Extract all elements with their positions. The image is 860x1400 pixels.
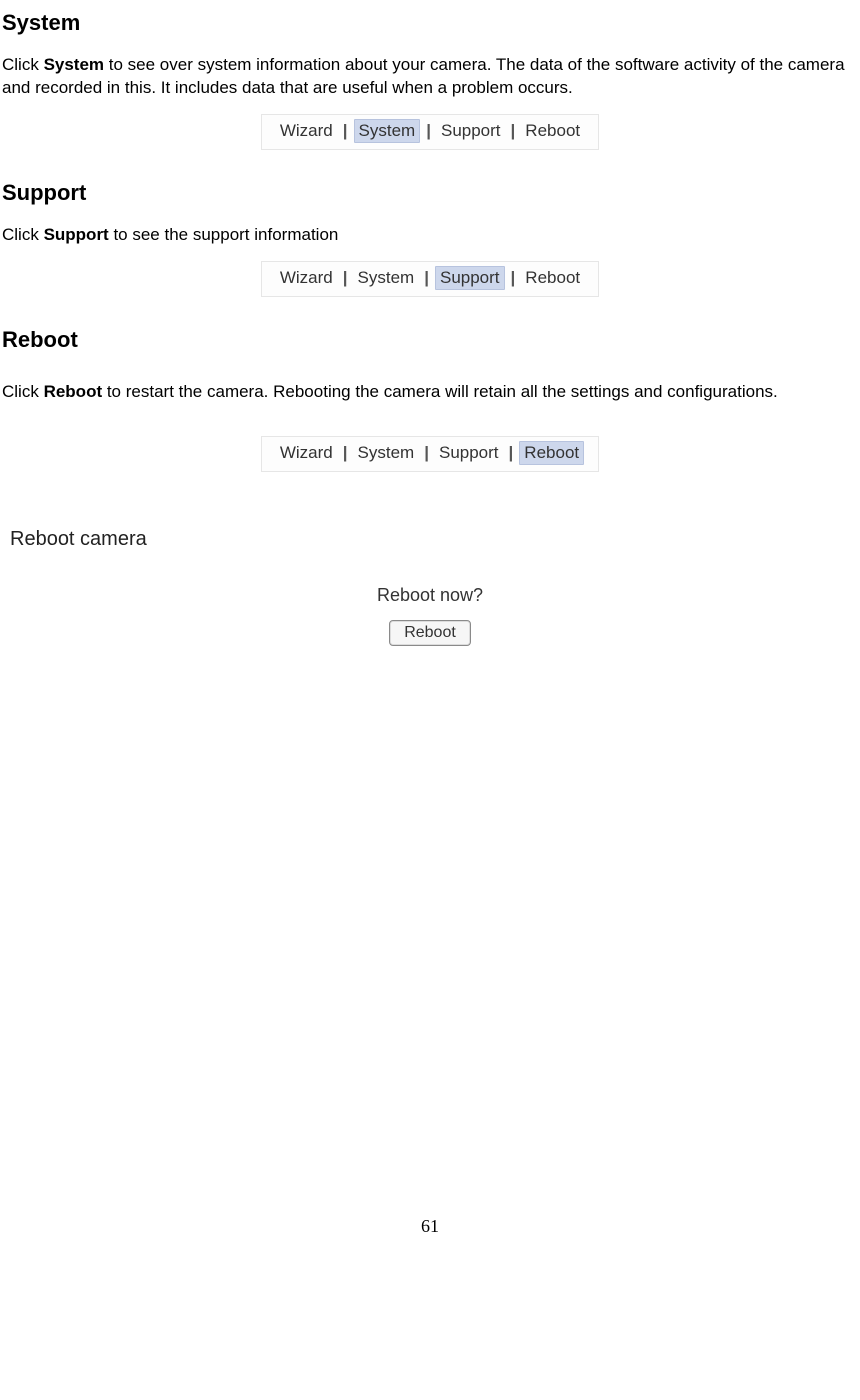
text: Click bbox=[2, 225, 44, 244]
nav-separator: | bbox=[509, 443, 514, 463]
nav-item-reboot[interactable]: Reboot bbox=[521, 267, 584, 289]
text: to see the support information bbox=[109, 225, 339, 244]
nav-separator: | bbox=[343, 121, 348, 141]
heading-reboot: Reboot bbox=[0, 327, 860, 353]
nav-separator: | bbox=[511, 121, 516, 141]
nav-separator: | bbox=[343, 443, 348, 463]
nav-item-system[interactable]: System bbox=[354, 442, 419, 464]
nav-separator: | bbox=[511, 268, 516, 288]
nav-item-reboot[interactable]: Reboot bbox=[519, 441, 584, 465]
text: to restart the camera. Rebooting the cam… bbox=[102, 382, 778, 401]
nav-item-reboot[interactable]: Reboot bbox=[521, 120, 584, 142]
text-bold: System bbox=[44, 55, 104, 74]
reboot-panel: Reboot camera Reboot now? Reboot bbox=[0, 522, 860, 646]
text-bold: Support bbox=[44, 225, 109, 244]
paragraph-reboot: Click Reboot to restart the camera. Rebo… bbox=[0, 381, 860, 404]
nav-item-support[interactable]: Support bbox=[435, 442, 503, 464]
paragraph-system: Click System to see over system informat… bbox=[0, 54, 860, 100]
nav-item-system[interactable]: System bbox=[354, 119, 421, 143]
nav-item-wizard[interactable]: Wizard bbox=[276, 267, 337, 289]
nav-item-wizard[interactable]: Wizard bbox=[276, 442, 337, 464]
nav-item-system[interactable]: System bbox=[354, 267, 419, 289]
nav-item-wizard[interactable]: Wizard bbox=[276, 120, 337, 142]
nav-bar-support: Wizard | System | Support | Reboot bbox=[261, 261, 599, 297]
reboot-panel-title: Reboot camera bbox=[10, 528, 852, 551]
text: Click bbox=[2, 55, 44, 74]
heading-support: Support bbox=[0, 180, 860, 206]
nav-item-support[interactable]: Support bbox=[437, 120, 505, 142]
text: to see over system information about you… bbox=[2, 55, 845, 97]
paragraph-support: Click Support to see the support informa… bbox=[0, 224, 860, 247]
text-bold: Reboot bbox=[44, 382, 103, 401]
page-number: 61 bbox=[0, 1216, 860, 1237]
nav-separator: | bbox=[426, 121, 431, 141]
text: Click bbox=[2, 382, 44, 401]
nav-item-support[interactable]: Support bbox=[435, 266, 505, 290]
nav-bar-system: Wizard | System | Support | Reboot bbox=[261, 114, 599, 150]
reboot-button[interactable]: Reboot bbox=[389, 620, 471, 646]
nav-bar-reboot: Wizard | System | Support | Reboot bbox=[261, 436, 599, 472]
heading-system: System bbox=[0, 10, 860, 36]
nav-separator: | bbox=[343, 268, 348, 288]
nav-separator: | bbox=[424, 268, 429, 288]
nav-separator: | bbox=[424, 443, 429, 463]
reboot-question: Reboot now? bbox=[8, 585, 852, 606]
